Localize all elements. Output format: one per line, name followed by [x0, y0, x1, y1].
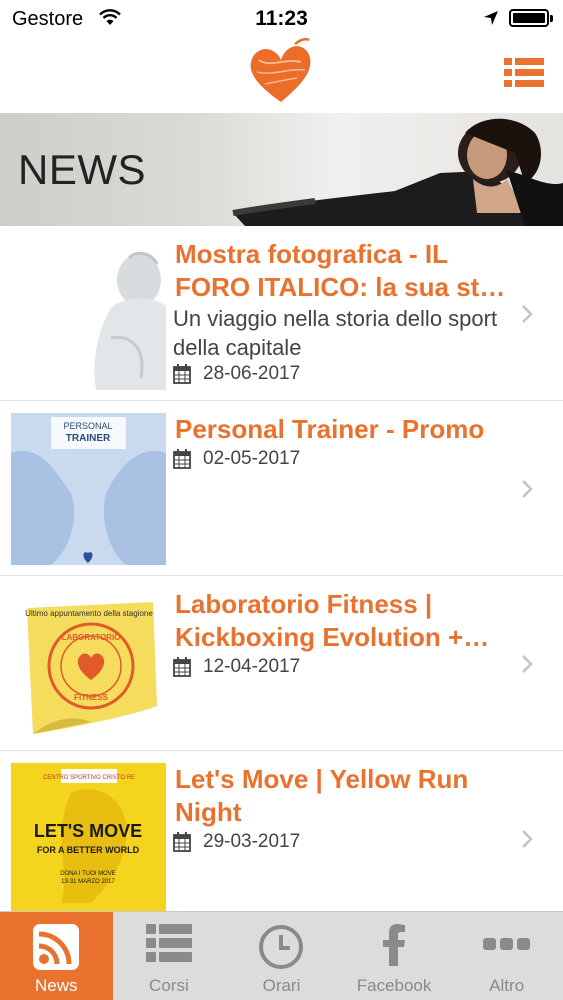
- location-arrow-icon: [483, 10, 499, 31]
- chevron-right-icon: [522, 830, 533, 848]
- calendar-icon: [173, 657, 191, 677]
- news-title: Mostra fotografica - IL FORO ITALICO: la…: [175, 239, 506, 302]
- news-item[interactable]: Ultimo appuntamento della stagione LABOR…: [0, 576, 563, 751]
- calendar-icon: [173, 449, 191, 469]
- tab-orari[interactable]: Orari: [225, 912, 338, 1000]
- news-item[interactable]: PERSONAL TRAINER Personal Trainer - Prom…: [0, 401, 563, 576]
- news-item[interactable]: Mostra fotografica - IL FORO ITALICO: la…: [0, 226, 563, 401]
- news-date: 02-05-2017: [173, 448, 300, 470]
- clock-time: 11:23: [255, 7, 308, 30]
- tab-label: Corsi: [149, 976, 189, 995]
- tab-corsi[interactable]: Corsi: [113, 912, 226, 1000]
- thumb-text-trainer: TRAINER: [66, 433, 111, 444]
- status-bar: Gestore 11:23: [0, 0, 563, 38]
- tab-label: News: [35, 976, 78, 995]
- news-list: Mostra fotografica - IL FORO ITALICO: la…: [0, 226, 563, 926]
- chevron-right-icon: [522, 655, 533, 673]
- menu-button[interactable]: [504, 58, 544, 88]
- news-description: Un viaggio nella storia dello sport dell…: [173, 306, 498, 360]
- news-banner: NEWS: [0, 113, 563, 226]
- calendar-icon: [173, 832, 191, 852]
- heart-logo-icon: [245, 37, 317, 113]
- news-thumbnail: [11, 238, 166, 390]
- thumb-text-line2: 13-31 MARZO 2017: [61, 879, 115, 885]
- dancer-photo: [232, 118, 563, 226]
- thumb-text-personal: PERSONAL: [63, 421, 112, 431]
- tab-label: Facebook: [356, 976, 432, 995]
- facebook-icon: [383, 924, 406, 966]
- thumb-text-top: Ultimo appuntamento della stagione: [25, 609, 153, 618]
- bottom-tab-bar: News Corsi Orari Facebook Altro: [0, 911, 563, 1000]
- news-thumbnail: Ultimo appuntamento della stagione LABOR…: [11, 588, 166, 740]
- thumb-text-brand: CENTRO SPORTIVO CRISTO RE: [43, 775, 135, 781]
- news-date-text: 02-05-2017: [203, 448, 301, 469]
- app-header: [0, 37, 563, 113]
- news-date-text: 12-04-2017: [203, 656, 301, 677]
- tab-label: Orari: [262, 976, 301, 995]
- thumb-text-ring-top: LABORATORIO: [62, 633, 121, 642]
- news-date: 28-06-2017: [173, 363, 300, 385]
- news-date-text: 28-06-2017: [203, 363, 301, 384]
- news-date: 29-03-2017: [173, 831, 300, 853]
- thumb-text-ring-bottom: FITNESS: [74, 693, 108, 702]
- thumb-text-line1: DONA I TUOI MOVE: [60, 871, 116, 877]
- news-title: Personal Trainer - Promo: [175, 414, 485, 444]
- chevron-right-icon: [522, 305, 533, 323]
- battery-icon: [509, 9, 553, 27]
- tab-altro[interactable]: Altro: [450, 912, 563, 1000]
- thumb-text-sub: FOR A BETTER WORLD: [37, 845, 140, 855]
- tab-label: Altro: [489, 976, 525, 995]
- news-thumbnail: CENTRO SPORTIVO CRISTO RE LET'S MOVE FOR…: [11, 763, 166, 915]
- calendar-icon: [173, 364, 191, 384]
- news-title: Laboratorio Fitness | Kickboxing Evoluti…: [175, 589, 490, 652]
- news-item[interactable]: CENTRO SPORTIVO CRISTO RE LET'S MOVE FOR…: [0, 751, 563, 926]
- rss-icon: [33, 924, 80, 970]
- tab-news[interactable]: News: [0, 912, 113, 1000]
- news-title: Let's Move | Yellow Run Night: [175, 764, 469, 827]
- tab-facebook[interactable]: Facebook: [338, 912, 451, 1000]
- more-icon: [482, 938, 530, 950]
- chevron-right-icon: [522, 480, 533, 498]
- news-thumbnail: PERSONAL TRAINER: [11, 413, 166, 565]
- news-date-text: 29-03-2017: [203, 831, 301, 852]
- list-menu-icon: [504, 58, 544, 87]
- page-title: NEWS: [18, 146, 146, 193]
- thumb-text-headline: LET'S MOVE: [34, 821, 142, 841]
- clock-icon: [259, 925, 304, 969]
- news-date: 12-04-2017: [173, 656, 300, 678]
- list-icon: [145, 924, 192, 962]
